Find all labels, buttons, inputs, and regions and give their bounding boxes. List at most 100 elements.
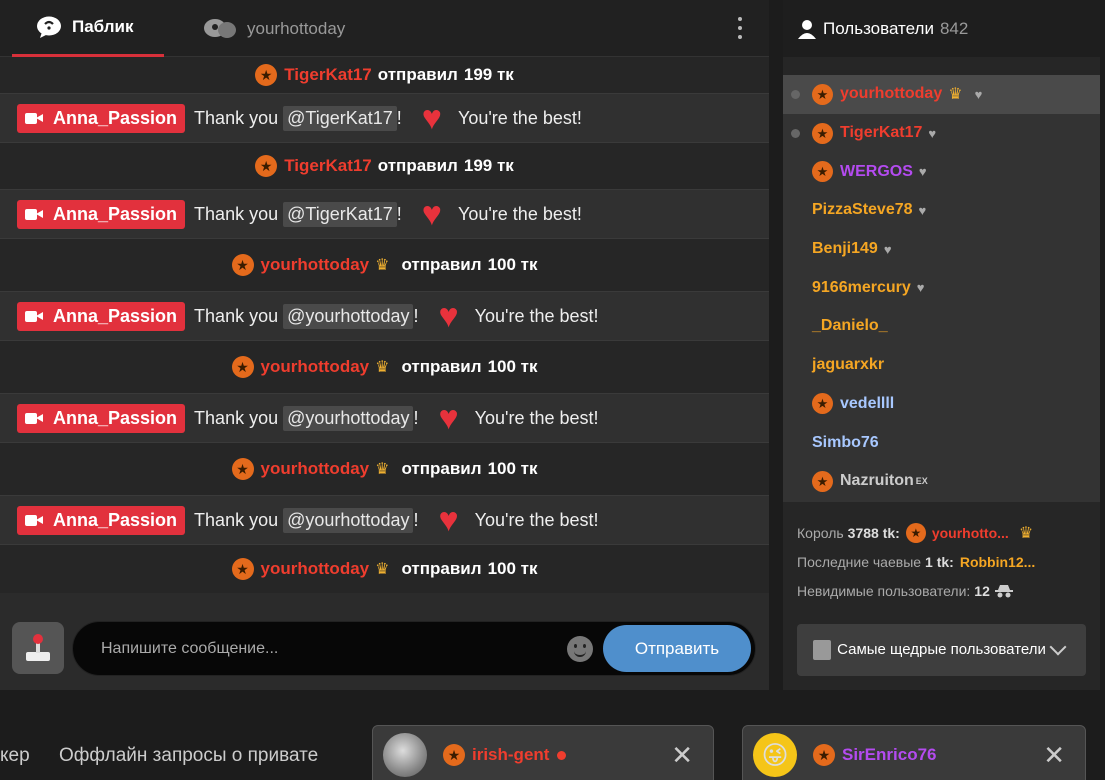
user-list-item[interactable]: ★ vedellll	[783, 385, 1100, 424]
tip-user-name[interactable]: TigerKat17	[284, 65, 372, 85]
heart-icon: ♥	[438, 297, 459, 335]
tab-public[interactable]: Паблик	[12, 0, 164, 57]
user-name: yourhottoday	[840, 85, 943, 103]
model-badge[interactable]: Anna_Passion	[17, 199, 186, 229]
tip-user-name[interactable]: yourhottoday	[261, 357, 370, 377]
user-list-item[interactable]: Benji149 ♥	[783, 230, 1100, 269]
message-text: Thank you	[194, 509, 279, 530]
users-title: Пользователи	[823, 18, 934, 38]
users-count: 842	[939, 18, 969, 38]
offline-requests-link[interactable]: Оффлайн запросы о привате	[59, 745, 318, 767]
heart-icon: ♥	[918, 164, 927, 180]
user-suffix: EX	[915, 476, 928, 487]
tip-text: отправил	[401, 559, 482, 578]
user-name: vedellll	[840, 394, 895, 412]
chat-input-bar: Отправить	[0, 607, 769, 690]
users-header: Пользователи 842	[783, 0, 1100, 57]
private-chat-tab-2[interactable]: 😜 ★ SirEnrico76 ✕	[742, 725, 1086, 780]
mention[interactable]: @yourhottoday	[283, 405, 414, 431]
camera-icon	[25, 514, 43, 526]
last-tip-row: Последние чаевые 1 tk: Robbin12...	[797, 553, 1036, 570]
user-name: PizzaSteve78	[812, 201, 913, 219]
tip-user-name[interactable]: yourhottoday	[261, 459, 370, 479]
message-text: Thank you	[194, 305, 279, 326]
user-list-item[interactable]: 9166mercury ♥	[783, 268, 1100, 307]
heart-icon: ♥	[928, 125, 937, 141]
close-icon[interactable]: ✕	[1043, 740, 1065, 771]
user-list-item[interactable]: ★ Nazruiton EX	[783, 462, 1100, 501]
mention[interactable]: @yourhottoday	[283, 303, 414, 329]
user-name: Simbo76	[812, 433, 879, 451]
mention[interactable]: @TigerKat17	[283, 105, 397, 131]
tip-message: ★ yourhottoday ♛ отправил 100 тк	[0, 239, 769, 291]
king-name[interactable]: yourhotto...	[932, 525, 1009, 541]
user-list-item[interactable]: ★ WERGOS ♥	[783, 152, 1100, 191]
tab-private-user[interactable]: yourhottoday	[203, 0, 345, 57]
mention[interactable]: @yourhottoday	[283, 507, 414, 533]
message-text: Thank you	[194, 407, 279, 428]
pm-user-name: irish-gent	[472, 745, 550, 764]
user-icon	[797, 19, 817, 39]
camera-icon	[25, 310, 43, 322]
message-text: !	[396, 107, 402, 128]
star-icon: ★	[231, 458, 254, 480]
user-list-item[interactable]: ★ TigerKat17 ♥	[783, 114, 1100, 153]
star-icon: ★	[812, 122, 833, 144]
tip-user-name[interactable]: yourhottoday	[261, 255, 370, 275]
user-list-item[interactable]: jaguarxkr	[783, 346, 1100, 385]
tip-amount: 199 тк	[463, 65, 514, 84]
app-root: Паблик yourhottoday ★ TigerKat17 отправил 1…	[0, 0, 1105, 780]
tip-user-name[interactable]: TigerKat17	[284, 156, 372, 176]
model-badge[interactable]: Anna_Passion	[17, 403, 186, 433]
star-icon: ★	[813, 744, 835, 766]
user-list-item[interactable]: ★ yourhottoday ♛ ♥	[783, 75, 1100, 114]
star-icon: ★	[255, 64, 278, 86]
user-name: TigerKat17	[840, 124, 923, 142]
message-text: !	[413, 407, 419, 428]
heart-icon: ♥	[438, 501, 459, 539]
camera-icon	[25, 208, 43, 220]
chat-message: Anna_Passion Thank you @TigerKat17! ♥ You'r…	[0, 189, 769, 239]
bottom-link-partial[interactable]: кер	[0, 745, 30, 767]
tip-user-name[interactable]: yourhottoday	[261, 559, 370, 579]
chevron-down-icon	[1049, 638, 1067, 656]
private-chat-tab-1[interactable]: ★ irish-gent ✕	[372, 725, 714, 780]
top-users-dropdown[interactable]: Самые щедрые пользователи	[797, 624, 1086, 676]
user-name: WERGOS	[840, 162, 913, 180]
tab-private-label: yourhottoday	[247, 18, 346, 38]
star-icon: ★	[255, 155, 278, 177]
crown-icon: ♛	[375, 257, 390, 274]
model-name: Anna_Passion	[53, 305, 178, 326]
heart-icon: ♥	[916, 280, 925, 296]
chat-bubble-icon	[36, 16, 62, 38]
model-badge[interactable]: Anna_Passion	[17, 103, 186, 133]
send-button[interactable]: Отправить	[603, 625, 751, 672]
user-list-item[interactable]: Simbo76	[783, 423, 1100, 462]
crown-icon: ♛	[1018, 524, 1034, 542]
model-badge[interactable]: Anna_Passion	[17, 301, 186, 331]
chat-header: Паблик yourhottoday	[0, 0, 769, 57]
tab-public-label: Паблик	[72, 17, 134, 36]
avatar: 😜	[753, 733, 797, 777]
message-text: !	[413, 509, 419, 530]
heart-icon: ♥	[974, 86, 983, 102]
spy-icon	[994, 584, 1014, 598]
emoji-icon[interactable]	[567, 636, 593, 662]
star-icon: ★	[905, 522, 926, 543]
tip-message: ★ yourhottoday ♛ отправил 100 тк	[0, 545, 769, 593]
user-list-item[interactable]: _Danielo_	[783, 307, 1100, 346]
tip-text: отправил	[401, 459, 482, 478]
message-input[interactable]	[101, 638, 561, 660]
unread-dot	[557, 750, 567, 760]
model-badge[interactable]: Anna_Passion	[17, 505, 186, 535]
close-icon[interactable]: ✕	[671, 740, 693, 771]
star-icon: ★	[812, 393, 833, 415]
star-icon: ★	[231, 356, 254, 378]
user-list-item[interactable]: PizzaSteve78 ♥	[783, 191, 1100, 230]
model-name: Anna_Passion	[53, 203, 178, 224]
joystick-icon[interactable]	[12, 622, 64, 674]
more-options-icon[interactable]	[735, 14, 745, 42]
user-name: Benji149	[812, 240, 878, 258]
last-tip-name[interactable]: Robbin12...	[960, 554, 1035, 570]
mention[interactable]: @TigerKat17	[283, 201, 397, 227]
